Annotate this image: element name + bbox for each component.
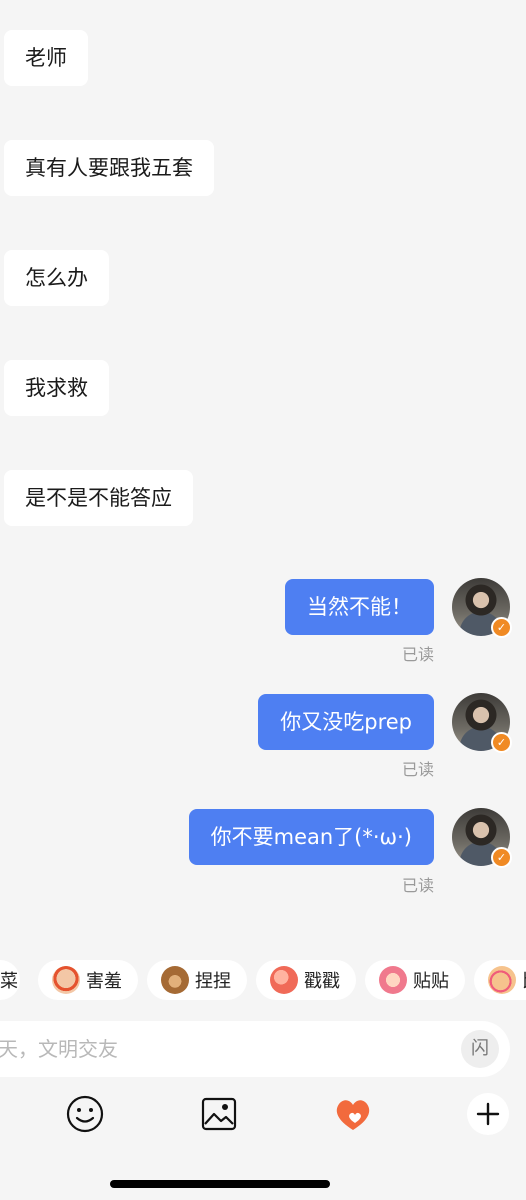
incoming-message[interactable]: 是不是不能答应 (4, 470, 193, 526)
verified-badge-icon: ✓ (491, 847, 512, 868)
home-indicator[interactable] (110, 1180, 330, 1188)
outgoing-message[interactable]: 当然不能！ (285, 579, 434, 635)
reaction-chip[interactable]: 捏捏 (147, 960, 247, 1000)
reaction-chip[interactable]: 比 (474, 960, 526, 1000)
incoming-message[interactable]: 真有人要跟我五套 (4, 140, 214, 196)
hug-icon (379, 966, 407, 994)
incoming-message[interactable]: 老师 (4, 30, 88, 86)
reaction-chip[interactable]: 戳戳 (256, 960, 356, 1000)
shy-face-icon (52, 966, 80, 994)
input-placeholder: 聊天，文明交友 (0, 1037, 118, 1061)
flash-button[interactable]: 闪 (461, 1030, 499, 1068)
reaction-label: 菜 (0, 971, 18, 992)
reaction-label: 害羞 (86, 971, 122, 992)
reaction-chip[interactable]: 菜 (0, 960, 20, 1000)
read-status: 已读 (401, 760, 434, 779)
smiley-icon (66, 1095, 104, 1133)
read-status: 已读 (401, 876, 434, 895)
image-button[interactable] (197, 1092, 241, 1136)
avatar[interactable]: ✓ (452, 693, 512, 753)
reaction-chip[interactable]: 贴贴 (365, 960, 465, 1000)
heart-button[interactable] (331, 1092, 375, 1136)
read-status: 已读 (401, 645, 434, 664)
emoji-button[interactable] (63, 1092, 107, 1136)
bear-icon (161, 966, 189, 994)
verified-badge-icon: ✓ (491, 617, 512, 638)
finger-heart-icon (488, 966, 516, 994)
outgoing-message[interactable]: 你又没吃prep (258, 694, 434, 750)
incoming-message[interactable]: 我求救 (4, 360, 109, 416)
plus-icon (467, 1093, 509, 1135)
reaction-label: 戳戳 (304, 971, 340, 992)
quick-reaction-bar: 菜 害羞 捏捏 戳戳 贴贴 比 (0, 958, 526, 1002)
reaction-label: 比 (522, 967, 526, 993)
avatar[interactable]: ✓ (452, 808, 512, 868)
message-input[interactable]: 聊天，文明交友 (0, 1021, 510, 1077)
image-icon (201, 1097, 237, 1131)
heart-icon (336, 1100, 370, 1130)
outgoing-message[interactable]: 你不要mean了(*·ω·) (188, 809, 434, 865)
reaction-chip[interactable]: 害羞 (38, 960, 138, 1000)
verified-badge-icon: ✓ (491, 732, 512, 753)
avatar[interactable]: ✓ (452, 578, 512, 638)
reaction-label: 贴贴 (413, 971, 449, 992)
peach-icon (270, 966, 298, 994)
reaction-label: 捏捏 (195, 971, 231, 992)
plus-button[interactable] (466, 1092, 510, 1136)
incoming-message[interactable]: 怎么办 (4, 250, 109, 306)
